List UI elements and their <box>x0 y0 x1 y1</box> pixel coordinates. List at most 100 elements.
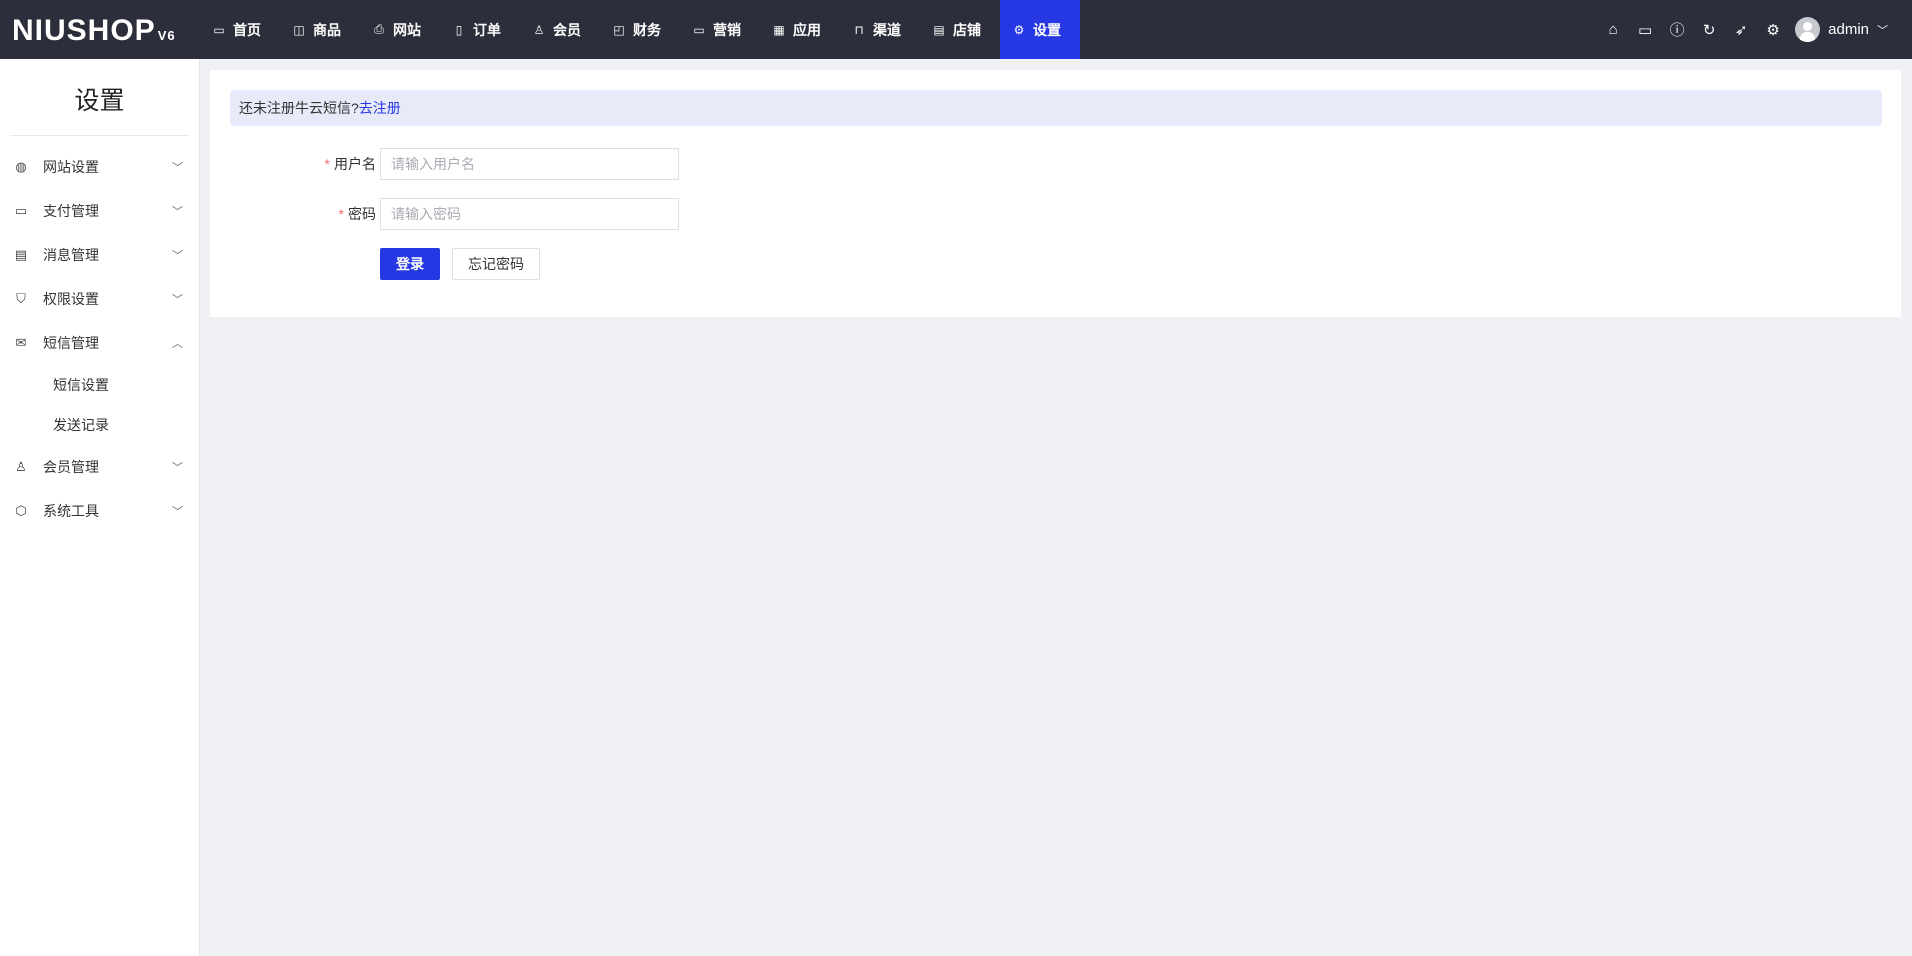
nav-store[interactable]: ▤ 店铺 <box>920 0 1000 59</box>
hexagon-gear-icon: ⬡ <box>15 503 27 518</box>
sidebar-item-message[interactable]: ▤ 消息管理 ﹀ <box>0 233 200 277</box>
chevron-down-icon: ﹀ <box>172 206 183 218</box>
button-row: 登录 忘记密码 <box>210 248 910 280</box>
sidebar-menu: ◍ 网站设置 ﹀ ▭ 支付管理 ﹀ ▤ 消息管理 ﹀ ⛉ 权限设置 ﹀ ✉ 短信管理 ︿ 短信设置 … <box>0 145 200 533</box>
nav-marketing[interactable]: ▭ 营销 <box>680 0 760 59</box>
site-icon: ⎙ <box>374 22 384 36</box>
notice-text: 还未注册牛云短信? <box>239 100 359 116</box>
main-nav: ▭ 首页 ◫ 商品 ⎙ 网站 ▯ 订单 ♙ 会员 ◰ 财务 ▭ 营销 ▦ 应用 ⊓ 渠道 ▤ 店铺 … <box>200 0 1080 59</box>
nav-settings[interactable]: ⚙ 设置 <box>1000 0 1080 59</box>
gear-icon: ⚙ <box>1013 22 1025 37</box>
chevron-down-icon: ﹀ <box>172 162 183 174</box>
username-input[interactable] <box>380 148 679 180</box>
chevron-down-icon: ﹀ <box>172 462 183 474</box>
sidebar-subitem-send-records[interactable]: 发送记录 <box>0 405 200 445</box>
nav-label: 应用 <box>793 21 821 38</box>
nav-label: 会员 <box>553 21 581 38</box>
required-mark: * <box>324 156 330 172</box>
chevron-down-icon: ﹀ <box>172 294 183 306</box>
nav-member[interactable]: ♙ 会员 <box>520 0 600 59</box>
nav-label: 渠道 <box>873 21 901 38</box>
password-row: * 密码 <box>210 198 910 230</box>
top-header: NIUSHOP V6 ▭ 首页 ◫ 商品 ⎙ 网站 ▯ 订单 ♙ 会员 ◰ 财务 ▭ 营销 ▦ 应… <box>0 0 1912 59</box>
logo[interactable]: NIUSHOP V6 <box>12 14 176 48</box>
username-label-text: 用户名 <box>334 156 376 172</box>
sidebar-item-label: 消息管理 <box>43 247 99 263</box>
nav-label: 首页 <box>233 21 261 38</box>
sidebar-subitem-sms-settings[interactable]: 短信设置 <box>0 365 200 405</box>
info-icon[interactable]: ⓘ <box>1661 19 1693 40</box>
nav-order[interactable]: ▯ 订单 <box>440 0 520 59</box>
nav-finance[interactable]: ◰ 财务 <box>600 0 680 59</box>
channel-icon: ⊓ <box>854 22 864 37</box>
nav-label: 店铺 <box>953 21 981 38</box>
username[interactable]: admin <box>1828 21 1869 38</box>
sidebar-item-member[interactable]: ♙ 会员管理 ﹀ <box>0 445 200 489</box>
chevron-down-icon: ﹀ <box>172 250 183 262</box>
chat-icon: ▤ <box>14 247 28 262</box>
store-icon: ▤ <box>933 22 945 37</box>
chevron-up-icon: ︿ <box>172 338 183 350</box>
app-icon: ▦ <box>773 22 785 37</box>
username-label: * 用户名 <box>325 148 376 180</box>
rocket-icon[interactable]: ➶ <box>1725 21 1757 39</box>
monitor-icon: ▭ <box>213 22 225 37</box>
sidebar-item-permission[interactable]: ⛉ 权限设置 ﹀ <box>0 277 200 321</box>
nav-home[interactable]: ▭ 首页 <box>200 0 280 59</box>
marketing-icon: ▭ <box>693 22 705 37</box>
chevron-down-icon[interactable]: ﹀ <box>1877 22 1888 38</box>
sidebar-subitem-label: 短信设置 <box>53 377 109 393</box>
nav-channel[interactable]: ⊓ 渠道 <box>840 0 920 59</box>
nav-label: 订单 <box>473 21 501 38</box>
register-link[interactable]: 去注册 <box>359 100 401 116</box>
password-label: * 密码 <box>339 198 376 230</box>
login-button[interactable]: 登录 <box>380 248 440 280</box>
forgot-password-button[interactable]: 忘记密码 <box>452 248 540 280</box>
divider <box>10 135 189 136</box>
nav-app[interactable]: ▦ 应用 <box>760 0 840 59</box>
storefront-icon[interactable]: ⌂ <box>1597 21 1629 38</box>
avatar[interactable] <box>1795 17 1821 42</box>
wallet-icon: ▭ <box>14 203 28 218</box>
sidebar-item-tools[interactable]: ⬡ 系统工具 ﹀ <box>0 489 200 533</box>
nav-site[interactable]: ⎙ 网站 <box>360 0 440 59</box>
nav-label: 商品 <box>313 21 341 38</box>
sms-login-card: 还未注册牛云短信?去注册 *用户名 *密码 登录 忘记密码 <box>210 70 1901 317</box>
nav-label: 财务 <box>633 21 661 38</box>
sidebar-item-label: 支付管理 <box>43 203 99 219</box>
sidebar-item-payment[interactable]: ▭ 支付管理 ﹀ <box>0 189 200 233</box>
box-icon: ◫ <box>293 22 305 37</box>
logo-text: NIUSHOP <box>12 14 156 47</box>
gear-icon[interactable]: ⚙ <box>1757 21 1789 39</box>
mail-icon: ✉ <box>15 335 27 350</box>
sidebar-item-label: 会员管理 <box>43 459 99 475</box>
password-input[interactable] <box>380 198 679 230</box>
shield-icon: ⛉ <box>16 291 26 306</box>
nav-label: 设置 <box>1033 21 1061 38</box>
header-tools: ⌂ ▭ ⓘ ↻ ➶ ⚙ admin ﹀ <box>1597 0 1888 59</box>
user-gear-icon: ♙ <box>15 459 27 474</box>
sidebar-item-label: 网站设置 <box>43 159 99 175</box>
user-icon: ♙ <box>533 22 545 37</box>
nav-label: 营销 <box>713 21 741 38</box>
refresh-icon[interactable]: ↻ <box>1693 21 1725 39</box>
nav-label: 网站 <box>393 21 421 38</box>
register-notice: 还未注册牛云短信?去注册 <box>230 90 1882 126</box>
sidebar-item-sms[interactable]: ✉ 短信管理 ︿ <box>0 321 200 365</box>
clipboard-icon: ▯ <box>455 22 463 37</box>
message-icon[interactable]: ▭ <box>1629 21 1661 39</box>
username-row: * 用户名 <box>210 148 910 180</box>
sidebar-subitem-label: 发送记录 <box>53 417 109 433</box>
finance-icon: ◰ <box>613 22 625 37</box>
sidebar-item-label: 权限设置 <box>43 291 99 307</box>
sidebar-item-label: 系统工具 <box>43 503 99 519</box>
logo-version: V6 <box>157 28 176 43</box>
chevron-down-icon: ﹀ <box>172 506 183 518</box>
sidebar-item-website[interactable]: ◍ 网站设置 ﹀ <box>0 145 200 189</box>
globe-icon: ◍ <box>15 159 27 174</box>
password-label-text: 密码 <box>348 206 376 222</box>
sidebar: 设置 ◍ 网站设置 ﹀ ▭ 支付管理 ﹀ ▤ 消息管理 ﹀ ⛉ 权限设置 ﹀ ✉ 短信管理 ︿ 短信… <box>0 59 200 956</box>
nav-goods[interactable]: ◫ 商品 <box>280 0 360 59</box>
sidebar-title: 设置 <box>74 87 125 115</box>
sidebar-item-label: 短信管理 <box>43 335 99 351</box>
